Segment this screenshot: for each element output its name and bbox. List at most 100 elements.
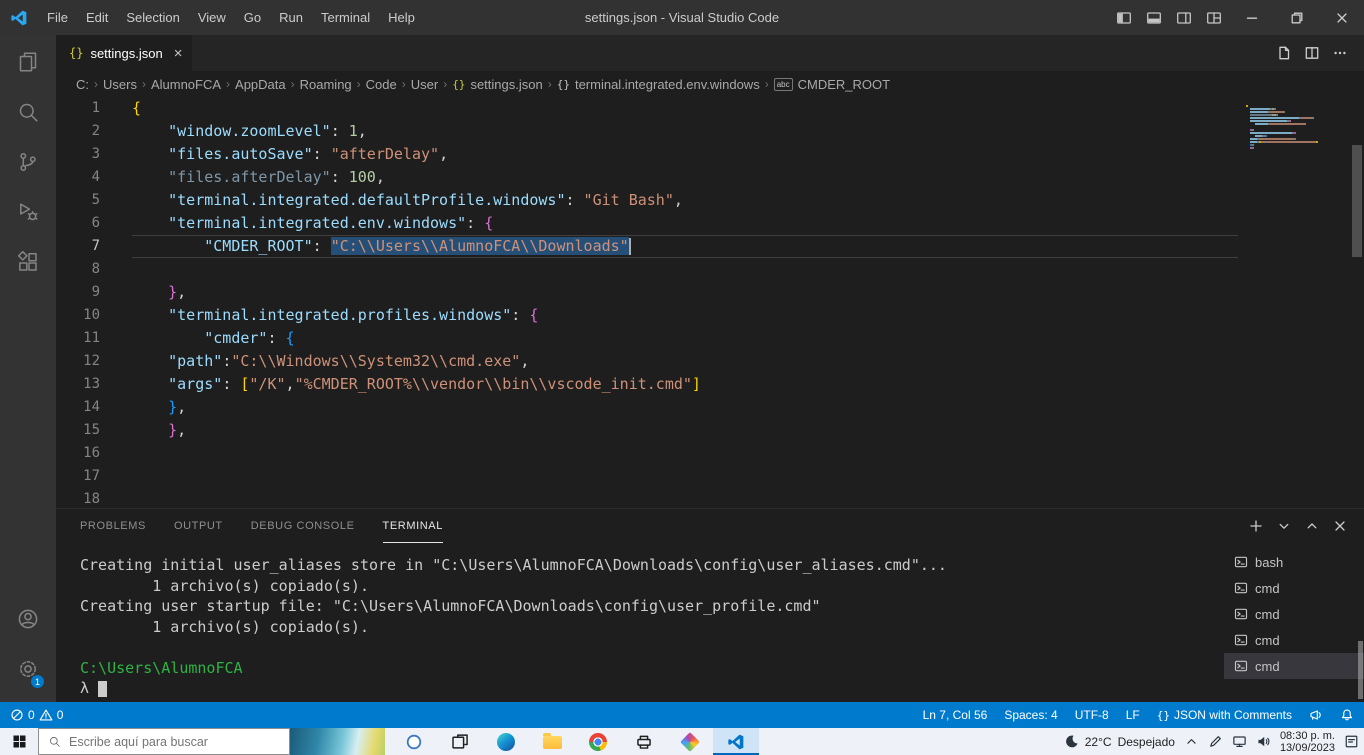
breadcrumb-item[interactable]: {} settings.json bbox=[452, 77, 543, 92]
search-button[interactable] bbox=[4, 87, 52, 137]
indentation[interactable]: Spaces: 4 bbox=[1004, 708, 1057, 722]
extensions-button[interactable] bbox=[4, 237, 52, 287]
menu-view[interactable]: View bbox=[189, 0, 235, 35]
code-line[interactable]: "window.zoomLevel": 1, bbox=[132, 120, 1238, 143]
devices-button[interactable] bbox=[621, 728, 667, 755]
cursor-position[interactable]: Ln 7, Col 56 bbox=[923, 708, 988, 722]
menu-help[interactable]: Help bbox=[379, 0, 424, 35]
code-line[interactable]: }, bbox=[132, 281, 1238, 304]
code-line[interactable]: "path":"C:\\Windows\\System32\\cmd.exe", bbox=[132, 350, 1238, 373]
breadcrumb-item[interactable]: AlumnoFCA bbox=[151, 77, 221, 92]
tray-overflow-chevron-up-icon[interactable] bbox=[1184, 734, 1199, 749]
action-center-icon[interactable] bbox=[1344, 734, 1359, 749]
breadcrumb-item[interactable]: Users bbox=[103, 77, 137, 92]
run-debug-button[interactable] bbox=[4, 187, 52, 237]
code-line[interactable] bbox=[132, 258, 1238, 281]
menu-go[interactable]: Go bbox=[235, 0, 270, 35]
panel-tab-problems[interactable]: PROBLEMS bbox=[80, 509, 146, 543]
start-button[interactable] bbox=[0, 728, 38, 755]
more-actions-button[interactable] bbox=[1326, 35, 1354, 71]
code-line[interactable]: { bbox=[132, 97, 1238, 120]
weather-button[interactable]: 22°C Despejado bbox=[1064, 734, 1175, 749]
open-settings-ui-button[interactable] bbox=[1270, 35, 1298, 71]
notifications-button[interactable] bbox=[1340, 708, 1354, 722]
panel-tab-debug-console[interactable]: DEBUG CONSOLE bbox=[251, 509, 355, 543]
breadcrumb-item[interactable]: Roaming bbox=[300, 77, 352, 92]
breadcrumb-item[interactable]: C: bbox=[76, 77, 89, 92]
panel-tab-output[interactable]: OUTPUT bbox=[174, 509, 223, 543]
source-control-button[interactable] bbox=[4, 137, 52, 187]
panel-close-button[interactable] bbox=[1330, 515, 1350, 537]
news-widget-image[interactable] bbox=[290, 728, 385, 755]
terminal-tab-bash[interactable]: bash bbox=[1224, 549, 1364, 575]
tab-settings-json[interactable]: {} settings.json × bbox=[56, 35, 193, 71]
toggle-sidebar-button[interactable] bbox=[1109, 0, 1139, 35]
clock[interactable]: 08:30 p. m. 13/09/2023 bbox=[1280, 728, 1335, 755]
minimap[interactable] bbox=[1238, 97, 1350, 508]
customize-layout-button[interactable] bbox=[1199, 0, 1229, 35]
menu-edit[interactable]: Edit bbox=[77, 0, 117, 35]
edge-button[interactable] bbox=[483, 728, 529, 755]
tab-close-icon[interactable]: × bbox=[174, 45, 183, 62]
breadcrumb-item[interactable]: AppData bbox=[235, 77, 286, 92]
encoding[interactable]: UTF-8 bbox=[1075, 708, 1109, 722]
menu-selection[interactable]: Selection bbox=[117, 0, 188, 35]
menu-file[interactable]: File bbox=[38, 0, 77, 35]
code-line[interactable]: "files.afterDelay": 100, bbox=[132, 166, 1238, 189]
terminal-tab-cmd[interactable]: cmd bbox=[1224, 653, 1364, 679]
editor-scrollbar[interactable] bbox=[1350, 97, 1364, 508]
code-line[interactable]: "CMDER_ROOT": "C:\\Users\\AlumnoFCA\\Dow… bbox=[132, 235, 1238, 258]
vscode-button[interactable] bbox=[713, 728, 759, 755]
account-button[interactable] bbox=[4, 594, 52, 644]
code-line[interactable] bbox=[132, 488, 1238, 508]
breadcrumb-item[interactable]: Code bbox=[366, 77, 397, 92]
code-line[interactable]: "terminal.integrated.defaultProfile.wind… bbox=[132, 189, 1238, 212]
account-icon bbox=[16, 607, 40, 631]
code-line[interactable] bbox=[132, 465, 1238, 488]
panel-tab-terminal[interactable]: TERMINAL bbox=[382, 509, 443, 543]
chrome-icon bbox=[589, 732, 607, 751]
toggle-secondary-sidebar-button[interactable] bbox=[1169, 0, 1199, 35]
code-line[interactable]: "terminal.integrated.profiles.windows": … bbox=[132, 304, 1238, 327]
code-line[interactable]: "cmder": { bbox=[132, 327, 1238, 350]
problems-indicator[interactable]: 0 0 bbox=[10, 708, 63, 722]
code-line[interactable]: "args": ["/K","%CMDER_ROOT%\\vendor\\bin… bbox=[132, 373, 1238, 396]
split-editor-button[interactable] bbox=[1298, 35, 1326, 71]
search-input[interactable] bbox=[69, 734, 280, 749]
language-mode[interactable]: {} JSON with Comments bbox=[1157, 708, 1292, 722]
breadcrumb-item[interactable]: User bbox=[411, 77, 438, 92]
explorer-button[interactable] bbox=[4, 37, 52, 87]
close-button[interactable] bbox=[1319, 0, 1364, 35]
settings-gear-button[interactable]: 1 bbox=[4, 644, 52, 694]
restore-button[interactable] bbox=[1274, 0, 1319, 35]
code-line[interactable]: "terminal.integrated.env.windows": { bbox=[132, 212, 1238, 235]
breadcrumb-item[interactable]: abc CMDER_ROOT bbox=[773, 77, 890, 92]
feedback-button[interactable] bbox=[1309, 708, 1323, 722]
menu-terminal[interactable]: Terminal bbox=[312, 0, 379, 35]
editor-code[interactable]: { "window.zoomLevel": 1, "files.autoSave… bbox=[112, 97, 1238, 508]
code-line[interactable]: "files.autoSave": "afterDelay", bbox=[132, 143, 1238, 166]
eol[interactable]: LF bbox=[1126, 708, 1140, 722]
terminal-tab-cmd[interactable]: cmd bbox=[1224, 627, 1364, 653]
file-explorer-button[interactable] bbox=[529, 728, 575, 755]
toggle-panel-button[interactable] bbox=[1139, 0, 1169, 35]
panel-chevron-down-button[interactable] bbox=[1274, 515, 1294, 537]
terminal-tab-cmd[interactable]: cmd bbox=[1224, 601, 1364, 627]
cortana-button[interactable] bbox=[391, 728, 437, 755]
minimize-button[interactable] bbox=[1229, 0, 1274, 35]
terminal-scrollbar-thumb[interactable] bbox=[1358, 641, 1363, 699]
terminal-output[interactable]: Creating initial user_aliases store in "… bbox=[56, 543, 1224, 702]
code-line[interactable]: }, bbox=[132, 419, 1238, 442]
panel-plus-button[interactable] bbox=[1246, 515, 1266, 537]
panel-chevron-up-button[interactable] bbox=[1302, 515, 1322, 537]
chrome-button[interactable] bbox=[575, 728, 621, 755]
code-line[interactable] bbox=[132, 442, 1238, 465]
photos-button[interactable] bbox=[667, 728, 713, 755]
scrollbar-thumb[interactable] bbox=[1352, 145, 1362, 257]
code-line[interactable]: }, bbox=[132, 396, 1238, 419]
task-view-button[interactable] bbox=[437, 728, 483, 755]
menu-run[interactable]: Run bbox=[270, 0, 312, 35]
breadcrumb-item[interactable]: {} terminal.integrated.env.windows bbox=[557, 77, 760, 92]
terminal-tab-cmd[interactable]: cmd bbox=[1224, 575, 1364, 601]
taskbar-search[interactable] bbox=[38, 728, 290, 755]
